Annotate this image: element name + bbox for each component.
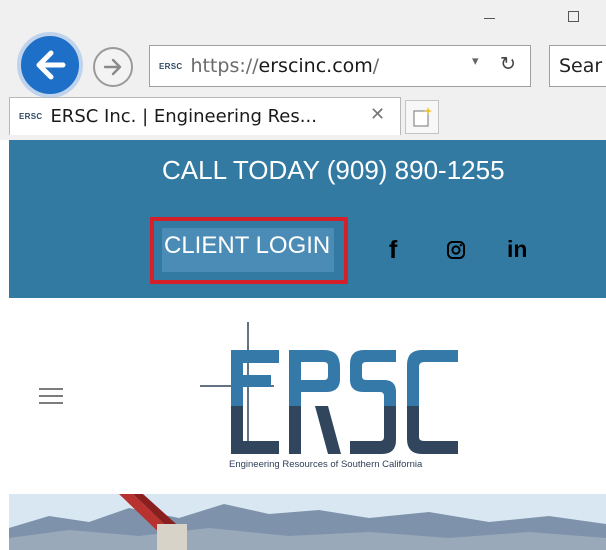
search-placeholder: Sear [559, 55, 603, 77]
url-path: / [372, 55, 380, 77]
logo-tagline: Engineering Resources of Southern Califo… [229, 459, 423, 470]
new-tab-icon [413, 107, 432, 127]
browser-chrome: ERSC https://erscinc.com / ▾ ↻ Sear ERSC … [0, 0, 606, 140]
url-host: erscinc.com [258, 55, 373, 77]
ersc-logo[interactable] [200, 320, 490, 476]
back-arrow-icon [36, 50, 66, 80]
address-bar[interactable]: ERSC https://erscinc.com / ▾ ↻ [149, 45, 531, 87]
tab-title: ERSC Inc. | Engineering Res... [50, 106, 317, 127]
url-scheme: https:// [190, 55, 259, 77]
new-tab-button[interactable] [405, 100, 439, 134]
site-favicon: ERSC [159, 61, 183, 71]
maximize-button[interactable] [550, 0, 596, 30]
browser-tab[interactable]: ERSC ERSC Inc. | Engineering Res... ✕ [9, 97, 401, 135]
minimize-icon [483, 17, 495, 19]
maximize-icon [567, 10, 579, 22]
minimize-button[interactable] [466, 0, 512, 30]
hero-image [9, 494, 606, 550]
highlight-frame [150, 217, 348, 284]
dropdown-icon[interactable]: ▾ [472, 54, 479, 69]
call-today-text[interactable]: CALL TODAY (909) 890-1255 [162, 155, 505, 186]
close-icon[interactable]: ✕ [370, 104, 385, 125]
instagram-icon[interactable] [446, 240, 466, 265]
search-input[interactable]: Sear [549, 45, 606, 87]
tab-favicon: ERSC [19, 112, 43, 121]
facebook-icon[interactable]: f [389, 236, 397, 265]
refresh-icon[interactable]: ↻ [500, 53, 516, 75]
linkedin-icon[interactable]: in [507, 236, 527, 263]
forward-button[interactable] [93, 47, 133, 87]
hamburger-menu-icon[interactable] [39, 388, 63, 409]
forward-arrow-icon [103, 58, 122, 76]
title-bar [0, 0, 606, 30]
back-button[interactable] [17, 32, 83, 98]
